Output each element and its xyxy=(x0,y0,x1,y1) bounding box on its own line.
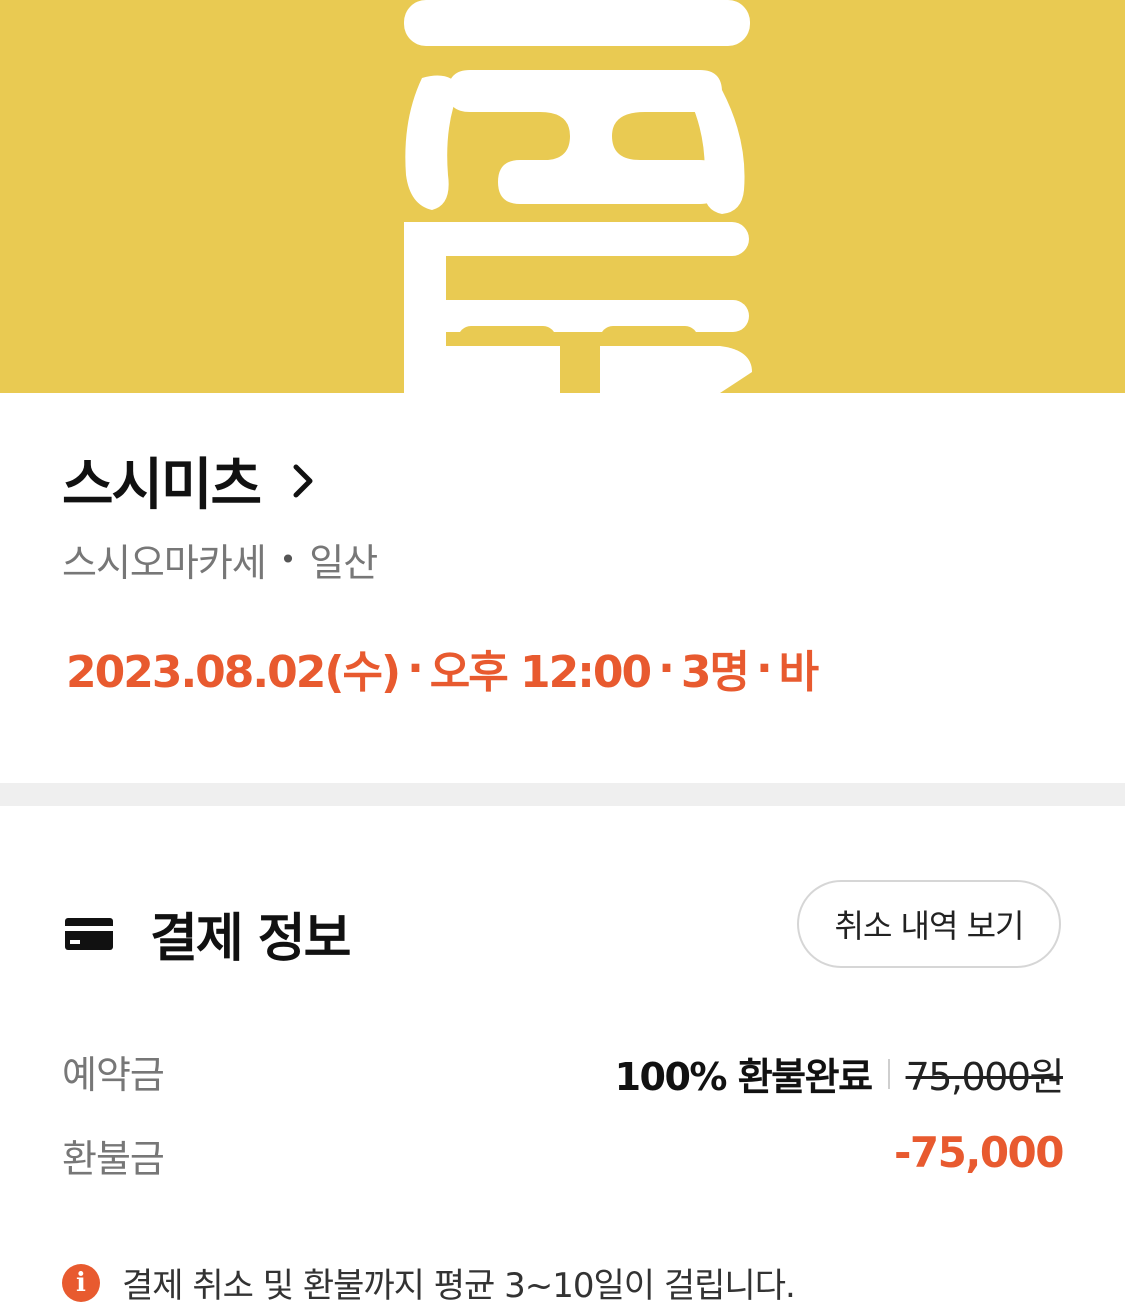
booking-summary: 2023.08.02(수) · 오후 12:00 · 3명 · 바 xyxy=(66,636,820,700)
booking-separator: · xyxy=(658,642,675,694)
restaurant-meta: 스시오마카세 • 일산 xyxy=(62,532,378,587)
original-deposit-amount: 75,000원 xyxy=(905,1055,1065,1099)
payment-section-title: 결제 정보 xyxy=(150,909,351,969)
restaurant-banner xyxy=(0,0,1125,393)
refund-notice: i 결제 취소 및 환불까지 평균 3~10일이 걸립니다. xyxy=(62,1258,796,1303)
value-divider xyxy=(887,1058,890,1089)
refund-notice-text: 결제 취소 및 환불까지 평균 3~10일이 걸립니다. xyxy=(122,1266,796,1303)
booking-date: 2023.08.02(수) xyxy=(66,647,401,698)
booking-seat-type: 바 xyxy=(778,647,820,698)
deposit-value: 100% 환불완료 75,000원 xyxy=(614,1046,1065,1101)
section-divider xyxy=(0,783,1125,806)
reservation-detail-page: 스시미츠 스시오마카세 • 일산 2023.08.02(수) · 오후 12:0… xyxy=(0,0,1125,1303)
deposit-label: 예약금 xyxy=(62,1053,165,1097)
payment-section-header: 결제 정보 xyxy=(64,896,351,971)
restaurant-title-row[interactable]: 스시미츠 xyxy=(62,440,324,521)
card-icon xyxy=(65,917,113,950)
booking-time: 오후 12:00 xyxy=(429,647,652,698)
info-icon: i xyxy=(62,1263,100,1302)
refund-amount: -75,000 xyxy=(893,1128,1065,1177)
restaurant-category: 스시오마카세 xyxy=(62,541,267,585)
booking-separator: · xyxy=(407,642,424,694)
cancel-history-button[interactable]: 취소 내역 보기 xyxy=(797,880,1061,968)
booking-party-size: 3명 xyxy=(680,647,750,698)
refund-label: 환불금 xyxy=(62,1137,165,1181)
refund-status: 100% 환불완료 xyxy=(614,1055,873,1099)
restaurant-logo xyxy=(404,0,752,393)
restaurant-location: 일산 xyxy=(309,541,378,585)
booking-separator: · xyxy=(755,642,773,694)
chevron-right-icon[interactable] xyxy=(284,461,324,501)
refund-value: -75,000 xyxy=(893,1128,1065,1177)
restaurant-name[interactable]: 스시미츠 xyxy=(62,440,262,521)
meta-separator: • xyxy=(279,543,296,576)
